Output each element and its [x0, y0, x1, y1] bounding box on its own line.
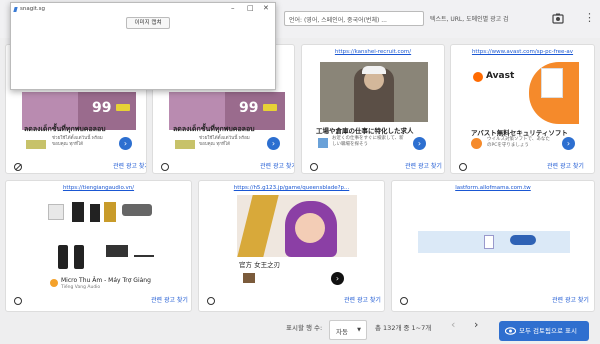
window-title: snagit.sg	[20, 6, 46, 12]
language-select[interactable]: 언어: (영어, 스페인어, 중국어(번체) ...	[284, 11, 424, 26]
screenshot-icon[interactable]	[552, 12, 564, 24]
next-page-icon[interactable]: ›	[474, 318, 478, 331]
page-range: 총 132개 중 1~7개	[375, 324, 432, 332]
ad-domain-link[interactable]: https://kanshei-recruit.com/	[302, 49, 444, 55]
ad-domain-link[interactable]: https://www.avast.com/sp-pc-free-av	[451, 49, 594, 55]
capture-window: snagit.sg – □ ✕ 이미지 캡쳐	[10, 2, 276, 90]
chevron-down-icon: ▼	[357, 327, 361, 333]
ad-image	[320, 62, 428, 122]
related-ads-link[interactable]: 관련 광고 찾기	[405, 161, 442, 170]
ad-card: https://kanshei-recruit.com/ 工場や倉庫の仕事に特化…	[301, 44, 445, 174]
brand-name: Avast	[486, 71, 515, 81]
ad-cta-button[interactable]: ›	[413, 137, 426, 150]
rows-select-value: 자동	[336, 328, 348, 336]
related-ads-link[interactable]: 관련 광고 찾기	[260, 161, 294, 170]
ad-logo	[318, 138, 328, 148]
rows-label: 표시할 행 수:	[286, 324, 323, 332]
ad-headline: アバスト無料セキュリティソフト	[471, 129, 568, 137]
ad-domain-link[interactable]: lastform.allofmama.com.tw	[392, 185, 594, 191]
block-icon[interactable]	[14, 297, 22, 305]
ad-description: ช่วยใช้ได้ตั้งแต่วันนี้ พร้อม ขอบคุณ ทุก…	[52, 136, 103, 147]
ad-image	[44, 196, 156, 232]
price-badge: 99	[92, 100, 112, 116]
mark-all-reviewed-label: 모두 검토됨으로 표시	[519, 327, 577, 335]
ad-image	[418, 231, 570, 253]
related-ads-link[interactable]: 관련 광고 찾기	[344, 295, 381, 304]
ad-card: https://h5.g123.jp/game/queensblade?p...…	[198, 180, 385, 312]
eye-icon	[505, 327, 516, 335]
minimize-icon[interactable]: –	[231, 4, 235, 12]
prev-page-icon[interactable]: ‹	[451, 318, 455, 331]
ad-cta-button[interactable]: ›	[331, 272, 344, 285]
ad-thumbnail	[175, 140, 195, 149]
related-ads-link[interactable]: 관련 광고 찾기	[547, 161, 584, 170]
ad-headline: 官方 女王之刃	[239, 261, 281, 269]
block-icon[interactable]	[161, 163, 169, 171]
ad-cta-button[interactable]: ›	[119, 137, 132, 150]
related-ads-link[interactable]: 관련 광고 찾기	[151, 295, 188, 304]
block-icon[interactable]	[207, 297, 215, 305]
close-icon[interactable]: ✕	[263, 4, 269, 12]
ad-logo	[50, 279, 58, 287]
ad-headline: ลดลงเด็กชั้นที่ทุกพบคอลอบ	[24, 125, 106, 133]
ad-image-2	[54, 241, 158, 271]
rows-select[interactable]: 자동 ▼	[329, 320, 367, 340]
ad-description: お近くの仕事をすぐに検索して、新しい職場を探そう	[332, 136, 404, 147]
mark-all-reviewed-button[interactable]: 모두 검토됨으로 표시	[499, 321, 589, 341]
related-ads-link[interactable]: 관련 광고 찾기	[552, 295, 589, 304]
ad-headline: ลดลงเด็กชั้นที่ทุกพบคอลอบ	[173, 125, 255, 133]
ad-headline: Micro Thu Âm - Máy Trợ Giảng	[61, 277, 151, 284]
ad-logo	[471, 138, 482, 149]
capture-image-button[interactable]: 이미지 캡쳐	[126, 17, 170, 29]
block-icon[interactable]	[459, 163, 467, 171]
ad-logo	[243, 273, 255, 283]
ad-image	[237, 195, 357, 257]
more-options-icon[interactable]: ⋮	[584, 10, 595, 26]
ad-description: ウイルス対策ソフトで、あなたのPCを守りましょう	[487, 137, 550, 148]
ad-domain-link[interactable]: https://h5.g123.jp/game/queensblade?p...	[199, 185, 384, 191]
related-ads-link[interactable]: 관련 광고 찾기	[113, 161, 146, 170]
price-badge: 99	[239, 100, 259, 116]
search-input[interactable]: 텍스트, URL, 도메인별 광고 검	[430, 14, 509, 23]
ad-description: ช่วยใช้ได้ตั้งแต่วันนี้ พร้อม ขอบคุณ ทุก…	[199, 136, 250, 147]
ad-headline: 工場や倉庫の仕事に特化した求人	[316, 127, 414, 135]
block-icon[interactable]	[310, 163, 318, 171]
ad-card: https://tiengiangaudio.vn/ Micro Thu Âm …	[5, 180, 192, 312]
ad-domain-link[interactable]: https://tiengiangaudio.vn/	[6, 185, 191, 191]
maximize-icon[interactable]: □	[247, 4, 254, 12]
block-icon[interactable]	[400, 297, 408, 305]
ad-card: lastform.allofmama.com.tw 관련 광고 찾기	[391, 180, 595, 312]
ad-cta-button[interactable]: ›	[267, 137, 280, 150]
ad-image: Avast	[467, 62, 579, 124]
avast-logo	[473, 72, 483, 82]
block-icon[interactable]	[14, 163, 22, 171]
ad-thumbnail	[26, 140, 46, 149]
ad-description: Tiếng Vang Audio	[61, 285, 101, 290]
app-icon	[13, 7, 18, 12]
ad-cta-button[interactable]: ›	[562, 137, 575, 150]
ad-card: https://www.avast.com/sp-pc-free-av Avas…	[450, 44, 595, 174]
